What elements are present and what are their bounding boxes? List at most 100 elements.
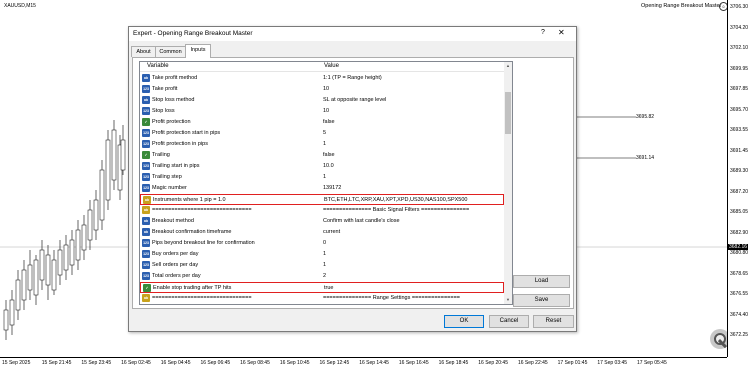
input-value[interactable]: 1 [323,174,326,180]
enum-type-icon: ab [142,217,150,225]
input-value[interactable]: 1:1 (TP = Range height) [323,75,382,81]
input-row[interactable]: 123 Trailing start in pips 10.0 [140,161,504,172]
time-tick-label: 16 Sep 12:45 [319,360,350,366]
candle-body [69,239,75,266]
time-axis: 15 Sep 2025 15 Sep 21:45 15 Sep 23:45 16 Se… [0,357,727,370]
input-value[interactable]: SL at opposite range level [323,97,386,103]
column-variable[interactable]: Variable [147,63,169,69]
input-value[interactable]: false [323,152,335,158]
price-tick-label: 3695.70 [730,106,749,113]
load-button[interactable]: Load [513,275,570,288]
tab-inputs[interactable]: Inputs [185,44,211,58]
inputs-grid: Variable Value ab Take profit method 1:1 (… [139,61,513,305]
close-icon[interactable]: ✕ [558,28,565,37]
input-value[interactable]: 1 [323,141,326,147]
expert-properties-dialog: Expert - Opening Range Breakout Master ?… [128,26,577,332]
dialog-title: Expert - Opening Range Breakout Master [133,30,253,37]
price-tick-label: 3672.25 [730,332,749,338]
input-variable-name: Sell orders per day [152,262,199,268]
input-value[interactable]: 10.0 [323,163,334,169]
candle-body [75,229,81,261]
input-row[interactable]: 123 Profit protection in pips 1 [140,139,504,150]
input-value[interactable]: =============== Basic Signal Filters ===… [323,207,469,213]
input-row[interactable]: 123 Take profit 10 [140,84,504,95]
input-row[interactable]: ✓ Trailing false [140,150,504,161]
tab-common[interactable]: Common [155,46,186,57]
bool-type-icon: ✓ [142,151,150,159]
input-row[interactable]: 123 Sell orders per day 1 [140,260,504,271]
input-row[interactable]: 123 Magic number 139172 [140,183,504,194]
price-tick-label: 3693.55 [730,127,749,133]
input-value[interactable]: false [323,119,335,125]
input-row[interactable]: 123 Buy orders per day 1 [140,249,504,260]
input-value[interactable]: 1 [323,262,326,268]
cancel-button[interactable]: Cancel [489,315,529,328]
input-value[interactable]: 10 [323,86,329,92]
num-type-icon: 123 [142,173,150,181]
price-tick-label: 3697.85 [730,86,749,92]
dialog-titlebar[interactable]: Expert - Opening Range Breakout Master ?… [129,27,576,41]
input-row[interactable]: 123 Trailing step 1 [140,172,504,183]
input-value[interactable]: 2 [323,273,326,279]
input-value[interactable]: 139172 [323,185,341,191]
input-value[interactable]: current [323,229,340,235]
ok-button[interactable]: OK [444,315,484,328]
input-value[interactable]: 5 [323,130,326,136]
candle-body [87,209,93,241]
input-value[interactable]: 1 [323,251,326,257]
input-row[interactable]: 123 Pips beyond breakout line for confirm… [140,238,504,249]
candle-body [3,309,9,331]
price-tick-label: 3687.20 [730,188,749,195]
bool-type-icon: ✓ [142,118,150,126]
input-variable-name: Breakout method [152,218,194,224]
input-variable-name: Stop loss method [152,97,195,103]
input-value[interactable]: 0 [323,240,326,246]
input-value[interactable]: 10 [323,108,329,114]
input-value[interactable]: true [324,285,333,291]
input-row[interactable]: ab Instruments where 1 pip = 1.0 BTC,ETH,L… [140,194,504,205]
time-tick-label: 16 Sep 22:45 [517,360,548,366]
input-row[interactable]: ab =============================== =======… [140,293,504,304]
column-value[interactable]: Value [324,63,339,69]
input-row[interactable]: 123 Stop loss 10 [140,106,504,117]
reset-button[interactable]: Reset [533,315,574,328]
num-type-icon: 123 [142,261,150,269]
input-variable-name: Buy orders per day [152,251,199,257]
input-variable-name: Pips beyond breakout line for confirmati… [152,240,255,246]
tab-about[interactable]: About [131,46,156,57]
input-row[interactable]: ✓ Profit protection false [140,117,504,128]
input-row[interactable]: ab =============================== =======… [140,205,504,216]
input-variable-name: Profit protection start in pips [152,130,221,136]
input-row[interactable]: ab Breakout confirmation timeframe current [140,227,504,238]
input-row[interactable]: 123 Total orders per day 2 [140,271,504,282]
vertical-scrollbar[interactable]: ▲ ▼ [504,62,512,304]
help-icon[interactable]: ? [541,29,545,36]
num-type-icon: 123 [142,162,150,170]
input-value[interactable]: BTC,ETH,LTC,XRP,XAU,XPT,XPD,US30,NAS100,… [324,197,467,203]
candle-body [57,249,63,276]
scroll-down-icon[interactable]: ▼ [504,296,512,304]
line-label-upper: 3695.82 [636,114,655,120]
input-row[interactable]: ab Stop loss method SL at opposite range l… [140,95,504,106]
input-row[interactable]: ab Breakout method Confirm with last candl… [140,216,504,227]
time-tick-label: 16 Sep 04:45 [160,360,191,366]
input-value[interactable]: =============== Range Settings =========… [323,295,460,301]
input-row[interactable]: ✓ Enable stop trading after TP hits true [140,282,504,293]
input-value[interactable]: Confirm with last candle's close [323,218,400,224]
input-row[interactable]: 123 Profit protection start in pips 5 [140,128,504,139]
time-tick-label: 17 Sep 05:45 [637,360,667,366]
scroll-thumb[interactable] [505,92,511,134]
candle-body [51,259,57,291]
candle-body [45,254,51,286]
str-type-icon: ab [142,294,150,302]
save-button[interactable]: Save [513,294,570,307]
line-label-lower: 3691.14 [636,155,655,161]
input-row[interactable]: ab Take profit method 1:1 (TP = Range heig… [140,73,504,84]
input-variable-name: Instruments where 1 pip = 1.0 [153,197,226,203]
expert-name-label: Opening Range Breakout Master [641,3,722,9]
candle-body [99,169,105,221]
price-tick-label: 3674.40 [730,311,749,318]
candle-body [15,279,21,311]
time-tick-label: 16 Sep 10:45 [279,360,310,366]
scroll-up-icon[interactable]: ▲ [504,62,512,70]
